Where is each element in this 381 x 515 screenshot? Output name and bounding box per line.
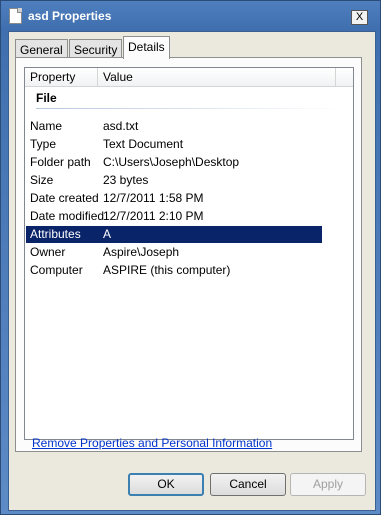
tab-general[interactable]: General — [15, 39, 68, 58]
property-value: 23 bytes — [103, 173, 149, 187]
apply-button[interactable]: Apply — [290, 473, 366, 496]
list-item[interactable]: Name asd.txt — [26, 118, 322, 135]
property-value: Text Document — [103, 137, 184, 151]
list-item[interactable]: Computer ASPIRE (this computer) — [26, 262, 322, 279]
property-name: Attributes — [30, 227, 81, 241]
property-value: C:\Users\Joseph\Desktop — [103, 155, 240, 169]
column-header: Property Value — [25, 68, 353, 87]
title-bar[interactable]: asd Properties X — [1, 1, 380, 31]
column-value[interactable]: Value — [98, 68, 336, 86]
property-value: Aspire\Joseph — [103, 245, 180, 259]
group-divider — [36, 108, 346, 109]
property-name: Date modified — [30, 209, 105, 223]
list-item-selected[interactable]: Attributes A — [26, 226, 322, 243]
list-item[interactable]: Owner Aspire\Joseph — [26, 244, 322, 261]
group-header-file: File — [36, 91, 57, 105]
tab-security[interactable]: Security — [69, 39, 123, 58]
properties-list[interactable]: Property Value File Name asd.txt Type Te… — [24, 67, 354, 440]
cancel-button[interactable]: Cancel — [210, 473, 286, 496]
property-name: Type — [30, 137, 57, 151]
property-value: A — [103, 227, 112, 241]
remove-properties-link[interactable]: Remove Properties and Personal Informati… — [32, 436, 272, 450]
close-button[interactable]: X — [351, 10, 368, 25]
property-name: Date created — [30, 191, 99, 205]
ok-button[interactable]: OK — [128, 473, 204, 496]
property-name: Folder path — [30, 155, 91, 169]
property-name: Name — [30, 119, 63, 133]
text-document-icon — [9, 8, 22, 24]
details-panel: Property Value File Name asd.txt Type Te… — [15, 57, 362, 452]
property-value: ASPIRE (this computer) — [103, 263, 231, 277]
list-item[interactable]: Size 23 bytes — [26, 172, 322, 189]
list-item[interactable]: Type Text Document — [26, 136, 322, 153]
property-value: asd.txt — [103, 119, 139, 133]
properties-window: asd Properties X General Security Detail… — [0, 0, 381, 515]
column-property[interactable]: Property — [25, 68, 98, 86]
list-item[interactable]: Folder path C:\Users\Joseph\Desktop — [26, 154, 322, 171]
property-name: Size — [30, 173, 54, 187]
list-item[interactable]: Date created 12/7/2011 1:58 PM — [26, 190, 322, 207]
window-title: asd Properties — [28, 9, 112, 23]
tab-details[interactable]: Details — [123, 36, 170, 59]
dialog-body: General Security Details Property Value … — [8, 31, 376, 511]
property-value: 12/7/2011 2:10 PM — [103, 209, 204, 223]
property-name: Owner — [30, 245, 66, 259]
list-item[interactable]: Date modified 12/7/2011 2:10 PM — [26, 208, 322, 225]
property-value: 12/7/2011 1:58 PM — [103, 191, 204, 205]
property-name: Computer — [30, 263, 83, 277]
